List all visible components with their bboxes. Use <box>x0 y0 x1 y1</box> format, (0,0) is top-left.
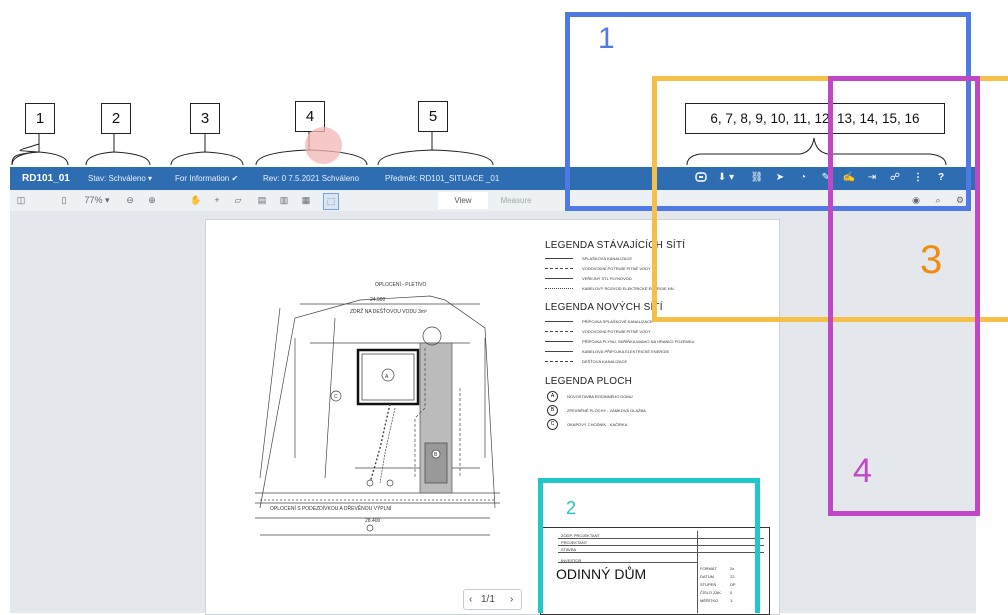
legend-line <box>545 278 573 279</box>
legend-symbol: A <box>547 391 558 402</box>
info-label: For Information <box>175 174 230 183</box>
legend-line <box>545 258 573 259</box>
legend-item: PŘÍPOJKA PLYNU, SKŘÍŇKA MIAHO NA HRANICI… <box>582 339 695 344</box>
zoom-in-icon[interactable]: ⊕ <box>146 193 158 208</box>
legend-new-title: LEGENDA NOVÝCH SÍTÍ <box>545 302 663 313</box>
zoom-value: 77% <box>84 195 103 205</box>
add-icon[interactable]: + <box>211 193 223 208</box>
cursor-highlight <box>305 127 342 164</box>
prev-page-button[interactable]: ‹ <box>469 590 472 609</box>
legend-item: SPLAŠKOVÁ KANALIZACE <box>582 256 633 261</box>
tab-measure[interactable]: Measure <box>488 192 544 209</box>
check-icon: ✔ <box>231 174 239 183</box>
legend-area-title: LEGENDA PLOCH <box>545 376 633 387</box>
dim-bottom: 28.400 <box>365 518 381 524</box>
pin-icon[interactable]: ▱ <box>232 193 244 208</box>
legend-item: DEŠŤOVÁ KANALIZACE <box>582 359 628 364</box>
tab-view[interactable]: View <box>438 192 488 209</box>
region-label-3: 3 <box>920 238 943 282</box>
revision-info[interactable]: Rev: 0 7.5.2021 Schváleno <box>263 167 359 190</box>
next-page-button[interactable]: › <box>510 590 513 609</box>
crop-icon[interactable]: ⬚ <box>323 193 339 210</box>
legend-line <box>545 341 573 342</box>
legend-item: VEŘEJNÝ STL PLYNOVOD <box>582 276 632 281</box>
document-name: RD101_01 <box>22 173 70 184</box>
dim-top: 24.900 <box>370 297 386 303</box>
compare-icon[interactable]: ▤ <box>256 193 268 208</box>
legend-line <box>545 361 573 362</box>
legend-symbol: B <box>547 405 558 416</box>
annotation-box-4 <box>828 76 980 516</box>
legend-item: KABELOVÁ PŘÍPOJKA ELEKTRICKÉ ENERGIE <box>582 349 670 354</box>
zoom-out-icon[interactable]: ⊖ <box>124 193 136 208</box>
page-navigator: ‹ 1/1 › <box>463 589 522 610</box>
status-dropdown[interactable]: Stav: Schváleno ▾ <box>88 167 152 190</box>
c-label: C <box>334 394 338 400</box>
legend-line <box>545 321 573 322</box>
chevron-down-icon: ▾ <box>148 174 153 183</box>
page-indicator: 1/1 <box>481 594 495 605</box>
legend-item: NOVOSTAVBA RODINNÉHO DOMU <box>567 394 633 399</box>
legend-item: ZPEVNĚNÉ PLOCHY - ZÁMKOVÁ DLAŽBA <box>567 408 646 413</box>
doc-edit-icon[interactable]: ▦ <box>300 193 312 208</box>
zoom-select[interactable]: 77% ▾ <box>82 193 112 208</box>
fence-bottom: OPLOCENÍ S PODEZDÍVKOU A DŘEVĚNOU VÝPLNÍ <box>270 504 392 512</box>
status-label: Stav: Schváleno <box>88 174 146 183</box>
rain-label: ZDRŽ NA DEŠŤOVOU VODU 3m³ <box>350 307 427 315</box>
fence-label: OPLOCENÍ - PLETIVO <box>375 281 427 288</box>
region-label-1: 1 <box>598 22 615 55</box>
region-label-2: 2 <box>566 498 577 518</box>
legend-symbol: C <box>547 419 558 430</box>
legend-item: OKAPOVÝ CHODNÍK - KAČÍRKA <box>567 422 628 427</box>
doc-icon[interactable]: ▥ <box>278 193 290 208</box>
subject-info[interactable]: Předmět: RD101_SITUACE _01 <box>385 167 499 190</box>
legend-line <box>545 331 573 332</box>
site-plan-drawing: A C B OPLOCENÍ - PLETIVO ZDRŽ NA DEŠŤOVO… <box>255 281 500 536</box>
legend-item: VODOVODNÍ POTRUBÍ PITNÉ VODY <box>582 329 651 334</box>
legend-line <box>545 351 573 352</box>
legend-line <box>545 288 573 289</box>
page-icon[interactable]: ▯ <box>58 193 70 208</box>
region-label-4: 4 <box>853 452 872 490</box>
sidebar-toggle-icon[interactable]: ◫ <box>14 193 28 208</box>
legend-line <box>545 268 573 269</box>
info-dropdown[interactable]: For Information ✔ <box>175 167 238 190</box>
legend-item: VODOVODNÍ POTRUBÍ PITNÉ VODY <box>582 266 651 271</box>
hand-tool-icon[interactable]: ✋ <box>190 193 202 208</box>
callout-5: 5 <box>418 101 448 132</box>
legend-item: PŘÍPOJKA SPLAŠKOVÉ KANALIZACE <box>582 319 653 324</box>
